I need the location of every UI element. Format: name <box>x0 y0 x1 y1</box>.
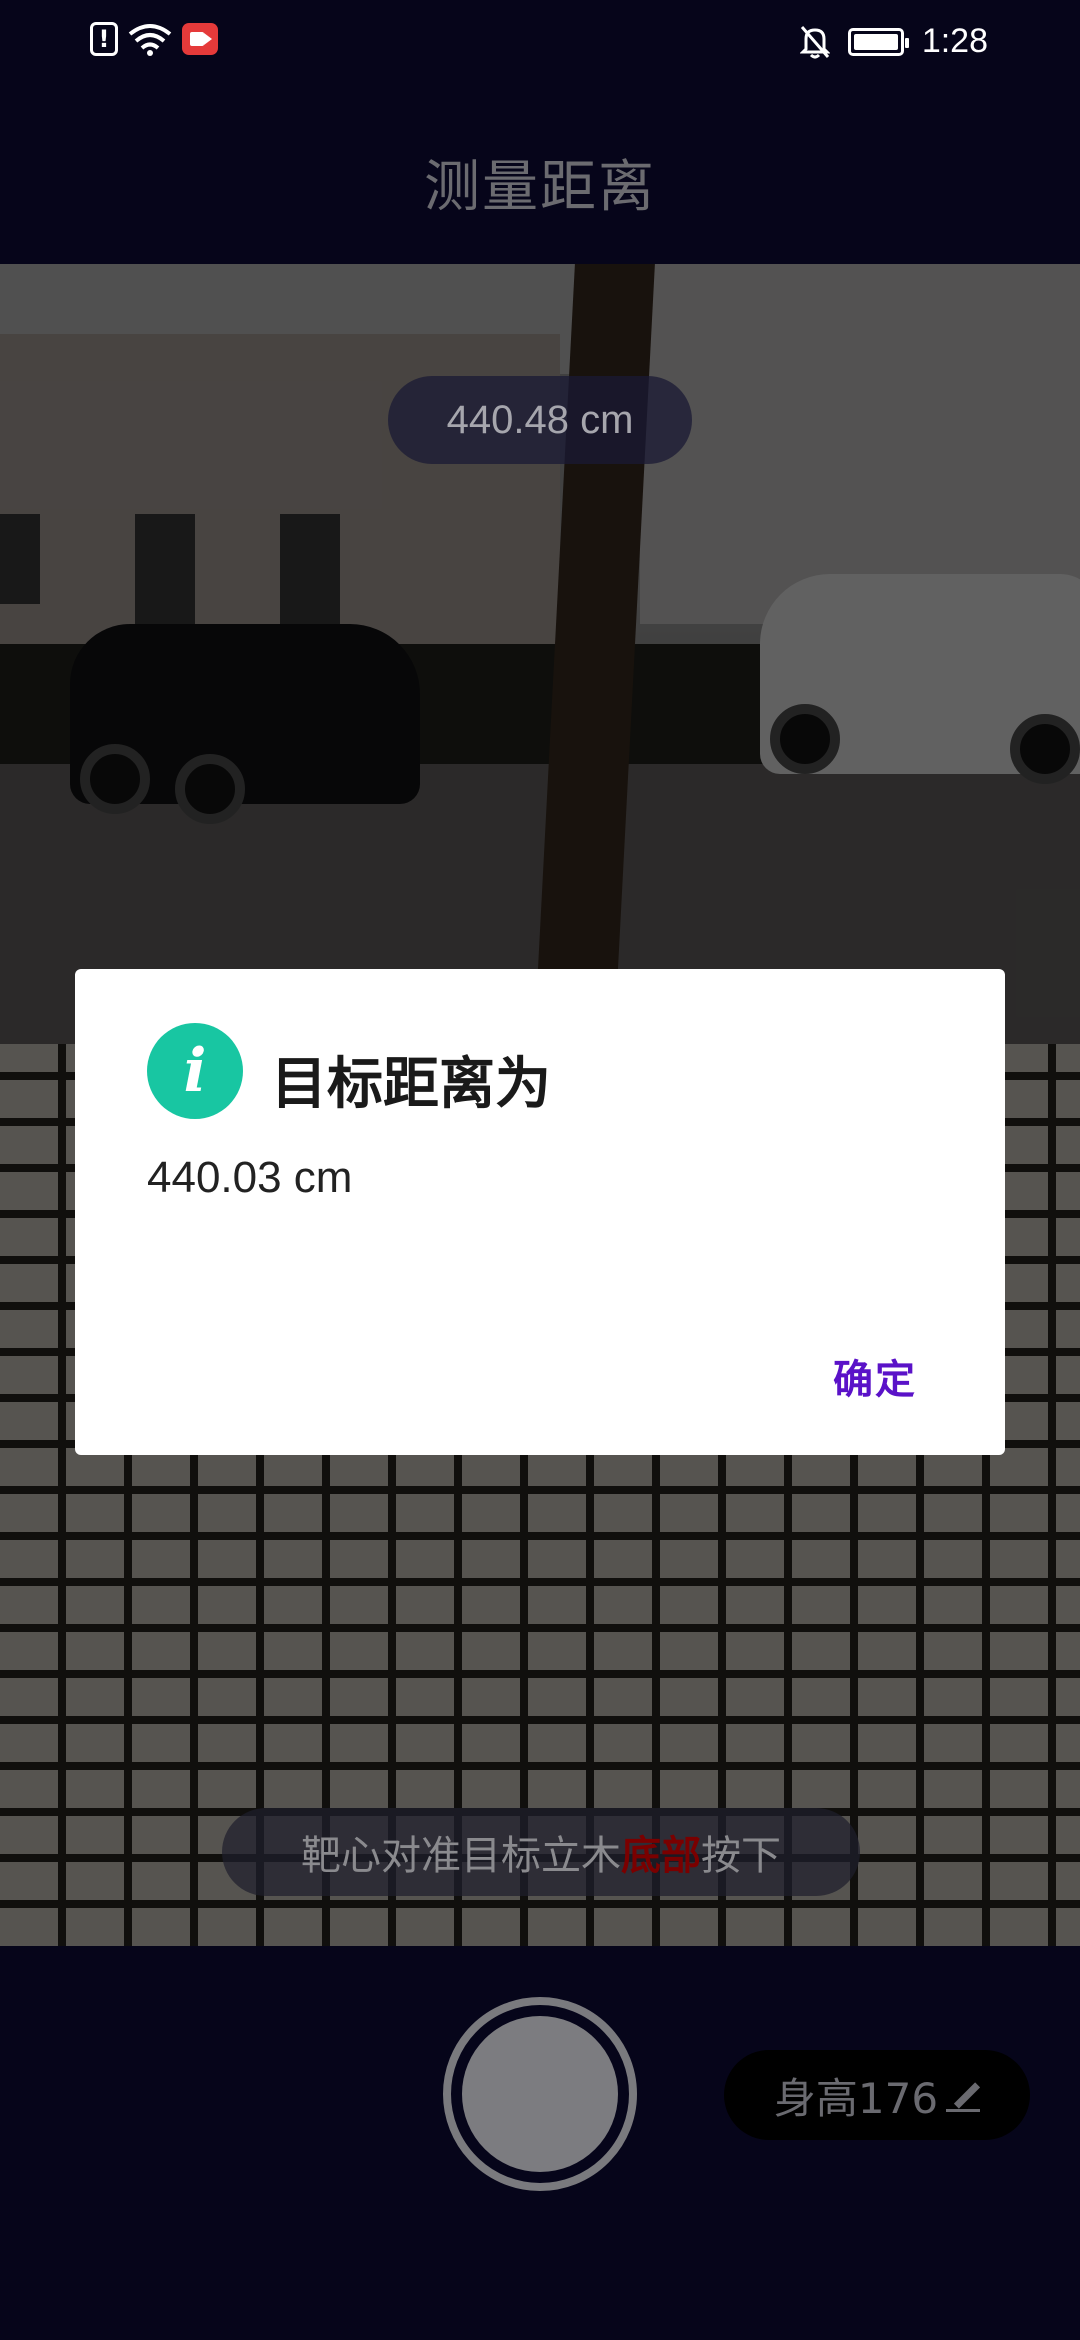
status-left-icons <box>90 22 218 56</box>
status-time: 1:28 <box>921 22 988 60</box>
height-setting-button[interactable]: 身高176 <box>724 2050 1030 2140</box>
aim-hint-emphasis: 底部 <box>621 1833 701 1879</box>
confirm-button[interactable]: 确定 <box>833 1347 917 1405</box>
dialog-message: 440.03 cm <box>147 1153 353 1202</box>
page-title: 测量距离 <box>424 155 656 220</box>
screen-record-icon <box>182 23 218 55</box>
wifi-icon <box>128 24 172 56</box>
status-right-icons: 1:28 <box>799 22 988 61</box>
height-label: 身高176 <box>773 2073 939 2123</box>
result-dialog: i 目标距离为 440.03 cm 确定 <box>75 969 1005 1455</box>
info-icon: i <box>147 1023 243 1119</box>
dialog-title: 目标距离为 <box>271 1052 551 1117</box>
battery-icon <box>847 27 909 56</box>
bottom-controls: 身高176 <box>0 1946 1080 2340</box>
shutter-button[interactable] <box>443 1997 637 2191</box>
live-distance-reading: 440.48 cm <box>388 376 692 464</box>
status-bar: 1:28 <box>0 0 1080 84</box>
pencil-icon <box>946 2078 981 2112</box>
alert-icon <box>90 22 118 56</box>
title-bar: 测量距离 <box>0 84 1080 264</box>
bell-off-icon <box>799 25 830 58</box>
aim-hint: 靶心对准目标立木 底部 按下 <box>222 1808 860 1896</box>
aim-hint-suffix: 按下 <box>701 1833 781 1879</box>
shutter-inner[interactable] <box>462 2016 618 2172</box>
aim-hint-prefix: 靶心对准目标立木 <box>301 1833 621 1879</box>
